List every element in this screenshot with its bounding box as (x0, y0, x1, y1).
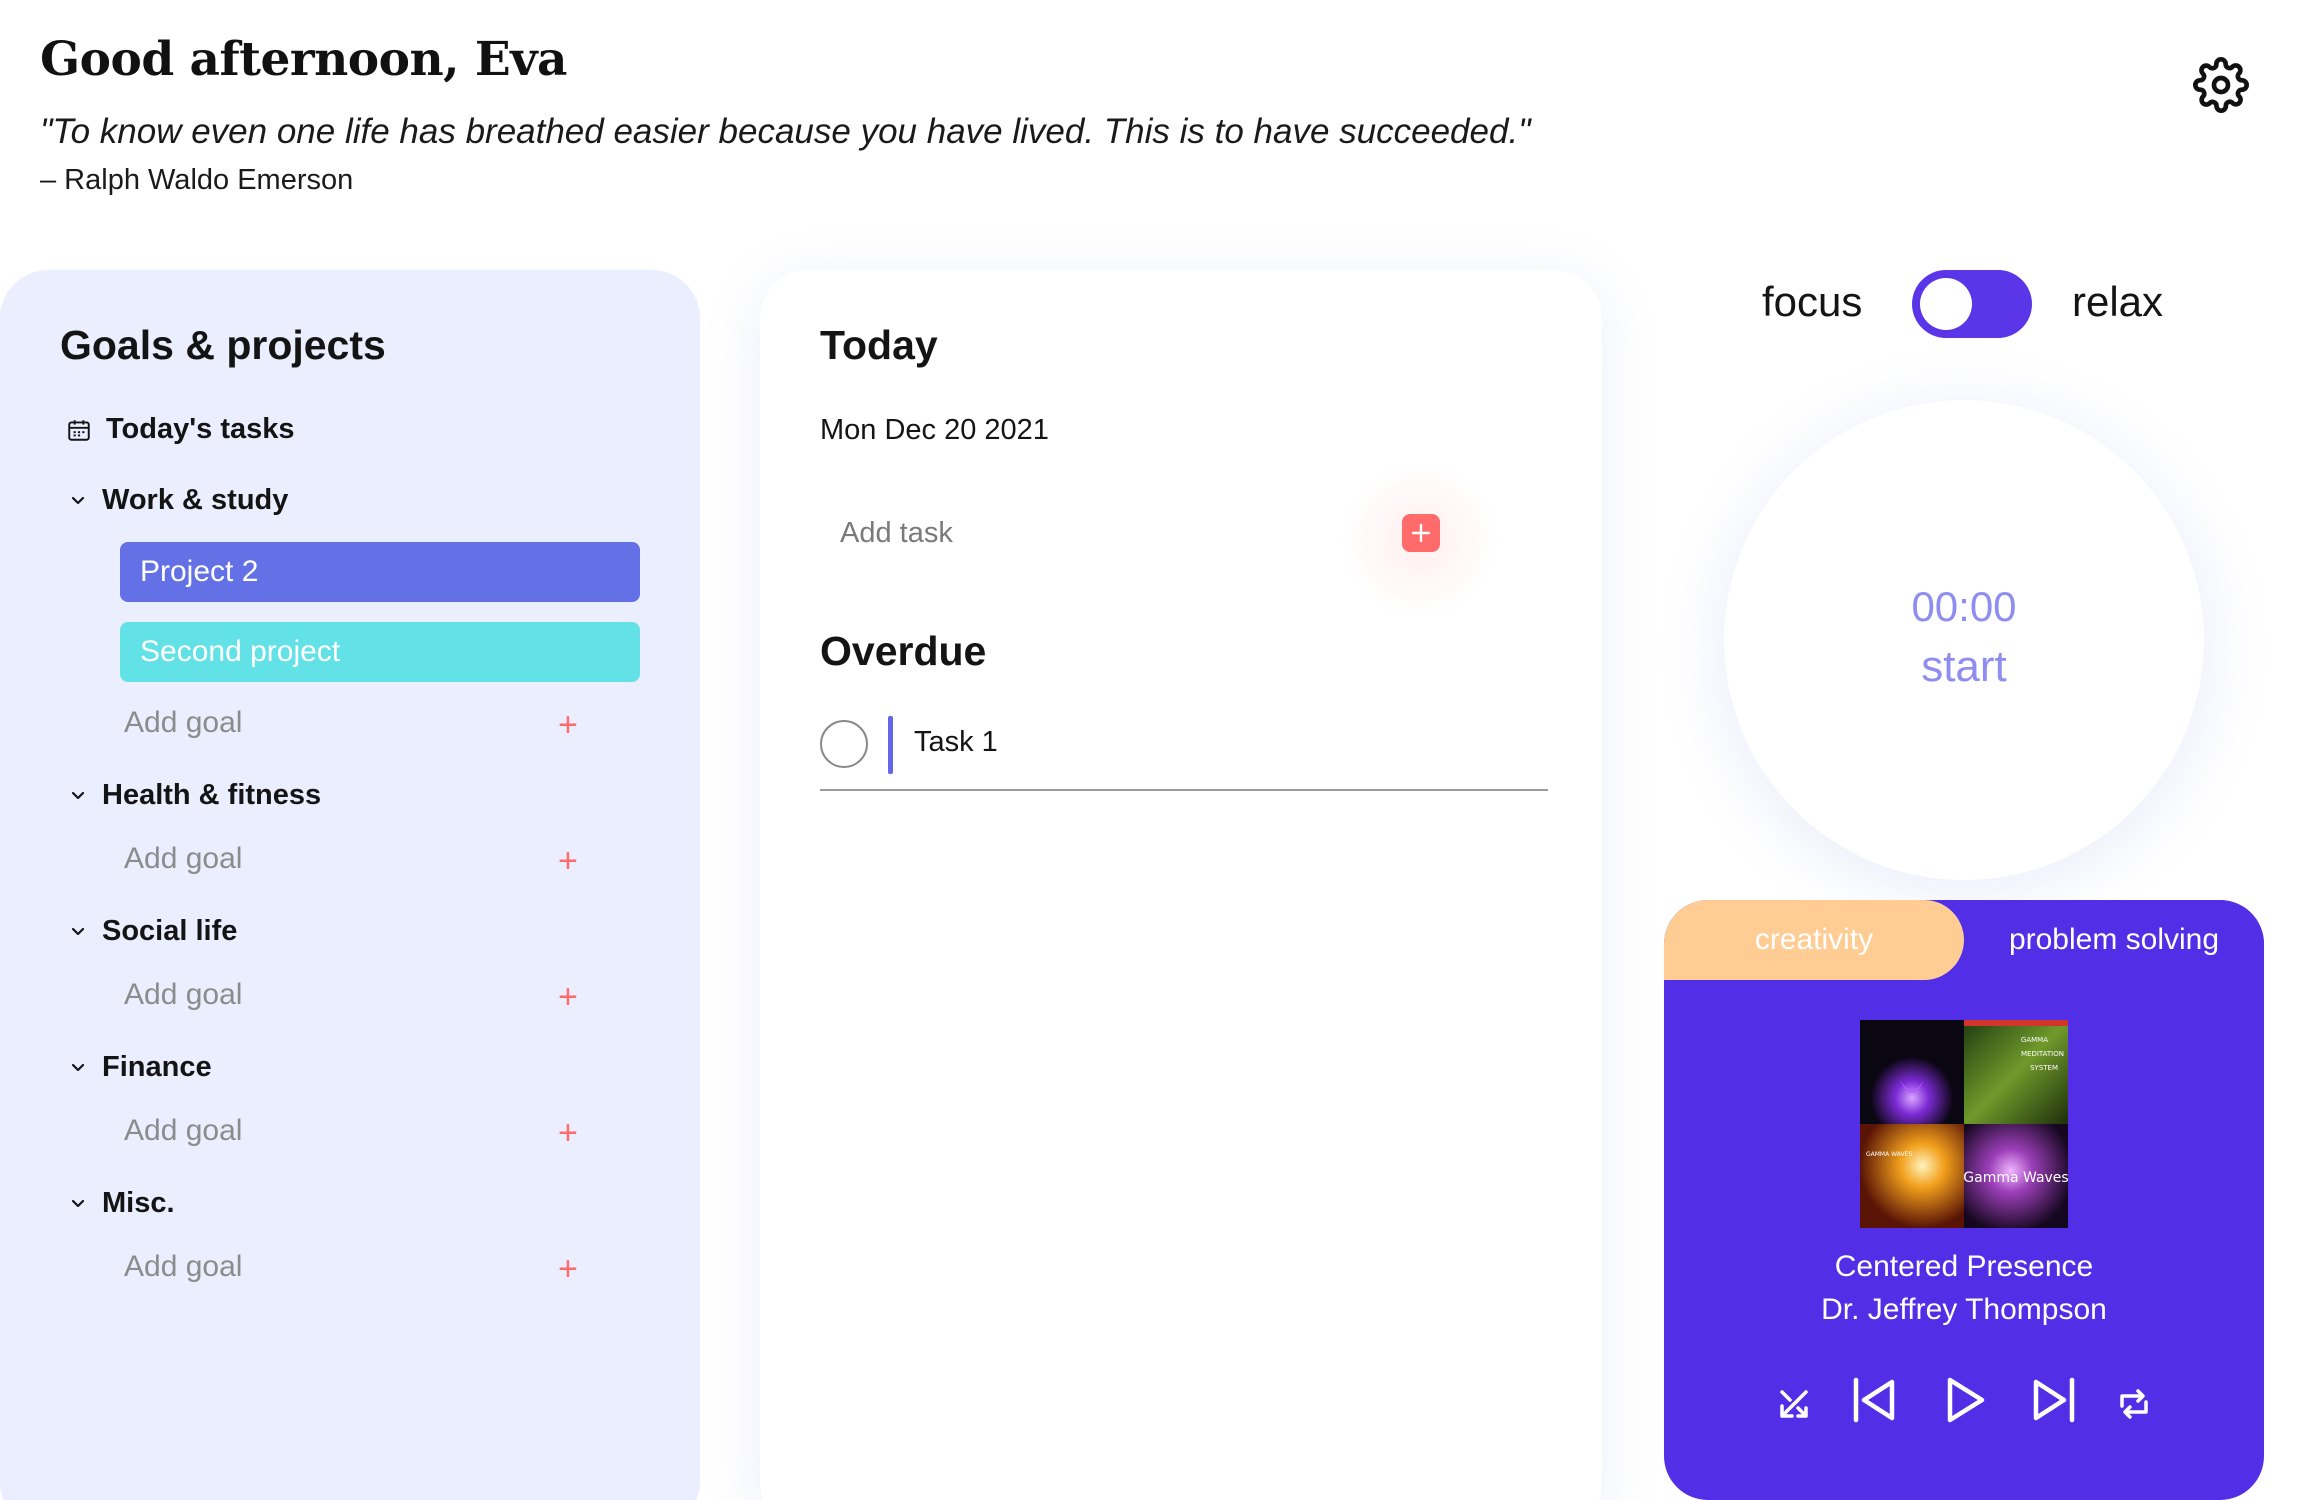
album-cover-4-text: Gamma Waves (1963, 1170, 2068, 1186)
previous-icon[interactable] (1846, 1372, 1902, 1428)
focus-mode-label[interactable]: focus (1762, 278, 1862, 326)
add-goal-plus-icon[interactable]: + (558, 708, 578, 742)
chevron-down-icon (71, 927, 85, 935)
add-goal-plus-icon[interactable]: + (558, 1252, 578, 1286)
next-icon[interactable] (2026, 1372, 2082, 1428)
category-label: Health & fitness (102, 779, 322, 811)
category-label: Work & study (102, 484, 289, 516)
app-root: Good afternoon, Eva "To know even one li… (0, 0, 2304, 1500)
chevron-down-icon (71, 791, 85, 799)
quote-author: – Ralph Waldo Emerson (40, 164, 354, 196)
greeting-title: Good afternoon, Eva (40, 32, 567, 87)
task-divider (820, 789, 1548, 791)
album-cover-2-text-line: MEDITATION (2021, 1050, 2064, 1058)
mode-toggle[interactable] (1912, 270, 2032, 338)
calendar-icon (68, 419, 90, 441)
todays-tasks-link[interactable]: Today's tasks (66, 413, 295, 446)
category-health-fitness[interactable]: Health & fitness (70, 779, 321, 812)
track-artist: Dr. Jeffrey Thompson (1821, 1293, 2107, 1326)
album-cover-3-text: GAMMA WAVES (1866, 1151, 1912, 1158)
category-label: Social life (102, 915, 238, 947)
album-art: GAMMA MEDITATION SYSTEM GAMMA WAVES Gamm… (1860, 1020, 2068, 1228)
todays-tasks-label: Today's tasks (106, 413, 295, 445)
goals-panel-title: Goals & projects (60, 322, 386, 368)
category-misc[interactable]: Misc. (70, 1187, 175, 1220)
tab-problem-solving[interactable]: problem solving (1964, 900, 2264, 980)
timer-time: 00:00 (1911, 583, 2017, 630)
category-label: Misc. (102, 1187, 175, 1219)
add-goal-input[interactable]: Add goal (124, 1114, 242, 1148)
chevron-down-icon (71, 496, 85, 504)
project-item[interactable]: Second project (120, 622, 640, 682)
settings-button[interactable] (2193, 57, 2249, 113)
add-task-button[interactable] (1402, 514, 1440, 552)
add-goal-input[interactable]: Add goal (124, 842, 242, 876)
category-work-study[interactable]: Work & study (70, 484, 288, 517)
player-tab-corner (1664, 980, 1964, 992)
timer-start-label: start (1921, 642, 2007, 691)
add-goal-input[interactable]: Add goal (124, 1250, 242, 1284)
category-finance[interactable]: Finance (70, 1051, 212, 1084)
add-task-input[interactable] (840, 510, 1360, 556)
today-panel (760, 270, 1602, 1500)
shuffle-icon[interactable] (1774, 1384, 1814, 1424)
timer-button[interactable]: 00:00 start (1724, 400, 2204, 880)
track-title: Centered Presence (1834, 1250, 2094, 1283)
tab-creativity[interactable]: creativity (1664, 900, 1964, 980)
chevron-down-icon (71, 1199, 85, 1207)
daily-quote: "To know even one life has breathed easi… (40, 112, 1531, 151)
gear-icon (2193, 57, 2249, 113)
overdue-title: Overdue (820, 628, 987, 674)
album-cover-2-text-line: SYSTEM (2030, 1064, 2058, 1072)
task-project-color-bar (888, 716, 893, 774)
repeat-icon[interactable] (2114, 1384, 2154, 1424)
chevron-down-icon (71, 1063, 85, 1071)
task-checkbox[interactable] (820, 720, 868, 768)
toggle-knob (1920, 278, 1972, 330)
task-name[interactable]: Task 1 (914, 726, 998, 759)
add-goal-plus-icon[interactable]: + (558, 1116, 578, 1150)
add-goal-plus-icon[interactable]: + (558, 980, 578, 1014)
category-social-life[interactable]: Social life (70, 915, 237, 948)
add-goal-input[interactable]: Add goal (124, 978, 242, 1012)
music-player: creativity problem solving GAMMA MEDITAT… (1664, 900, 2264, 1500)
goals-panel (0, 270, 700, 1500)
relax-mode-label[interactable]: relax (2072, 278, 2163, 326)
project-item[interactable]: Project 2 (120, 542, 640, 602)
album-cover-2-text: GAMMA (2021, 1036, 2048, 1044)
category-label: Finance (102, 1051, 212, 1083)
today-date: Mon Dec 20 2021 (820, 414, 1049, 446)
today-title: Today (820, 322, 938, 368)
add-goal-input[interactable]: Add goal (124, 706, 242, 740)
play-icon[interactable] (1936, 1372, 1992, 1428)
add-goal-plus-icon[interactable]: + (558, 844, 578, 878)
plus-icon (1411, 523, 1431, 543)
